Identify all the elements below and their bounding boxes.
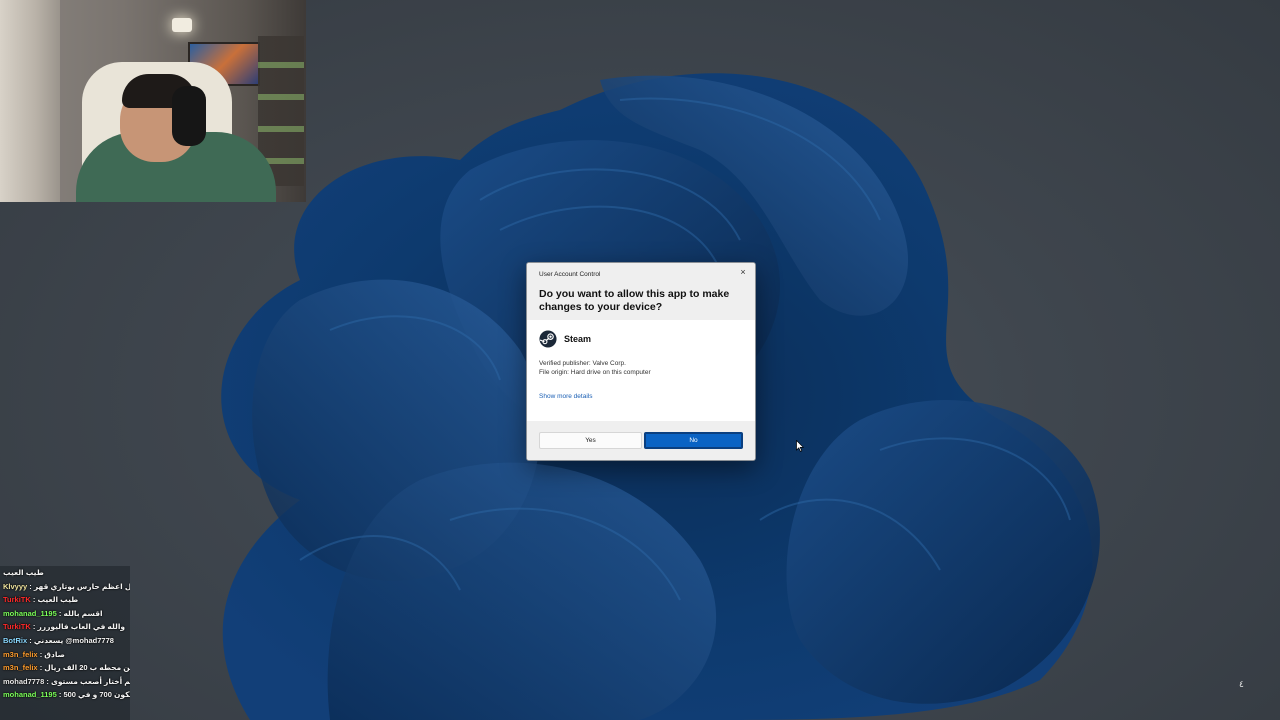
no-button[interactable]: No — [644, 432, 743, 449]
chat-username: TurkiTK — [3, 622, 31, 632]
chat-username: TurkiTK — [3, 595, 31, 605]
chat-message: TurkiTK : طيب العيب — [0, 593, 130, 607]
chat-text: طيب العيب — [37, 595, 79, 605]
chat-message: mohanad_1195 : اقسم بالله — [0, 607, 130, 621]
chat-message: mohad7778 : في التختيم دايم أختار أصعب م… — [0, 675, 130, 689]
chat-message: mohanad_1195 : لو على اختيارك و تخطيطك 1… — [0, 688, 130, 702]
steam-icon — [539, 330, 557, 348]
chat-text: اقسم بالله — [63, 608, 103, 618]
stream-chat-overlay: طيب العيبKlvyyy : اعتزل اعظم حارس بوتاري… — [0, 566, 130, 720]
chat-username: mohanad_1195 — [3, 608, 57, 618]
chat-username: Klvyyy — [3, 581, 28, 591]
chat-separator: : — [27, 635, 34, 645]
chat-message: m3n_felix : صادق — [0, 648, 130, 662]
verified-publisher: Verified publisher: Valve Corp. — [539, 360, 626, 367]
uac-body: Steam Verified publisher: Valve Corp. Fi… — [527, 320, 755, 421]
chat-separator: : — [44, 676, 51, 686]
windows-desktop: طيب العيبKlvyyy : اعتزل اعظم حارس بوتاري… — [0, 0, 1280, 720]
chat-username: m3n_felix — [3, 649, 38, 659]
uac-window-title: User Account Control — [539, 271, 601, 278]
app-name: Steam — [564, 334, 592, 344]
corner-glyph: ٤ — [1239, 679, 1244, 689]
chat-message: TurkiTK : والله في العاب فاليوررر — [0, 620, 130, 634]
chat-text: شارين محطه ب 20 الف ريال — [44, 663, 130, 673]
close-icon[interactable]: × — [737, 266, 749, 278]
uac-footer: Yes No — [527, 421, 755, 460]
uac-header: User Account Control × Do you want to al… — [527, 263, 755, 320]
mouse-cursor-icon — [796, 440, 804, 452]
chat-text: لو على اختيارك و تخطيطك 1500 لك في جايزه… — [63, 690, 130, 700]
chat-text: صادق — [44, 649, 65, 659]
chat-separator: : — [27, 581, 34, 591]
chat-text: طيب العيب — [3, 568, 44, 577]
file-origin: File origin: Hard drive on this computer — [539, 369, 651, 376]
chat-username: m3n_felix — [3, 663, 38, 673]
chat-username: BotRix — [3, 635, 28, 645]
chat-username: mohad7778 — [3, 676, 45, 686]
chat-text: يسعدني @mohad7778 — [33, 635, 114, 645]
show-more-details-link[interactable]: Show more details — [539, 393, 592, 400]
chat-username: mohanad_1195 — [3, 690, 57, 700]
chat-text: في التختيم دايم أختار أصعب مستوى — [50, 676, 130, 686]
user-account-control-dialog: User Account Control × Do you want to al… — [526, 262, 756, 461]
chat-message: طيب العيب — [0, 566, 130, 580]
chat-message: m3n_felix : شارين محطه ب 20 الف ريال — [0, 661, 130, 675]
yes-button[interactable]: Yes — [539, 432, 642, 449]
chat-message: Klvyyy : اعتزل اعظم حارس بوتاري قهر — [0, 580, 130, 594]
uac-question: Do you want to allow this app to make ch… — [539, 288, 730, 313]
chat-message: BotRix : يسعدني @mohad7778 — [0, 634, 130, 648]
chat-text: اعتزل اعظم حارس بوتاري قهر — [33, 581, 130, 591]
chat-text: والله في العاب فاليوررر — [37, 622, 126, 632]
webcam-overlay — [0, 0, 306, 202]
